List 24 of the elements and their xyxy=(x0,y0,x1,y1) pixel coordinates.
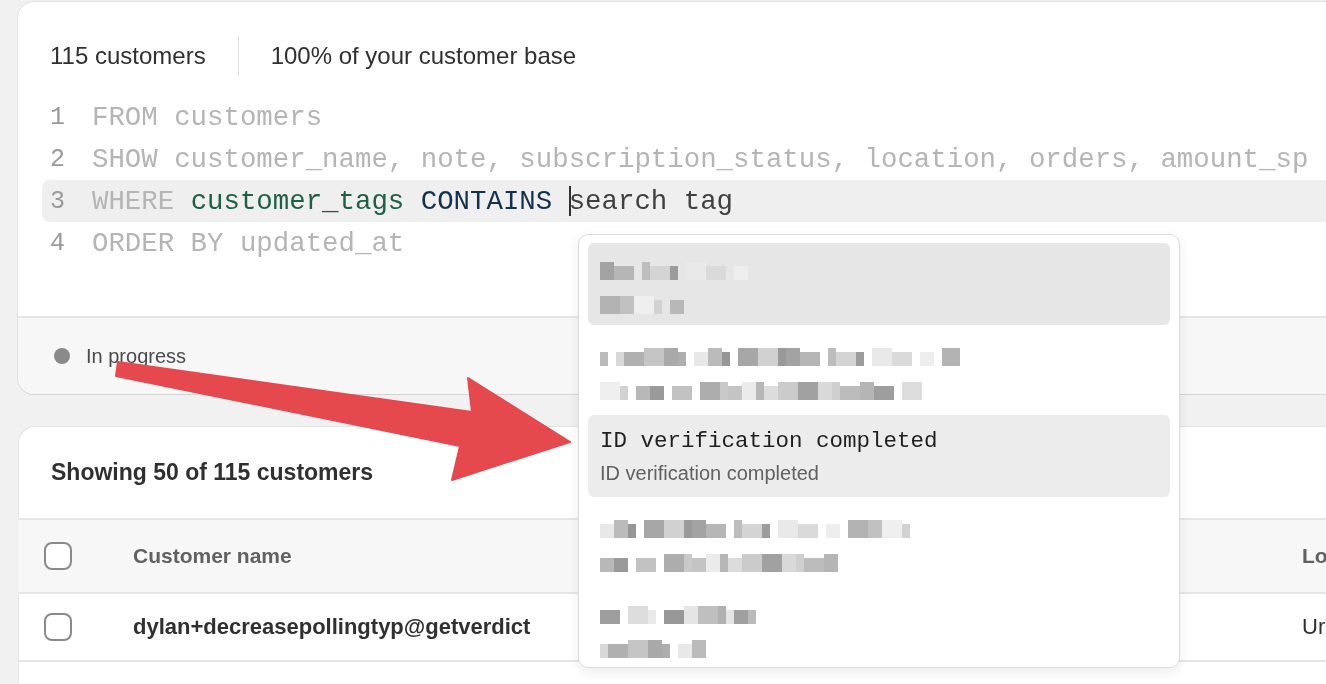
checkbox[interactable] xyxy=(44,542,72,570)
code-text: SHOW customer_name, note, subscription_status, location, orders, amount_sp xyxy=(92,143,1309,175)
column-header[interactable]: Customer name xyxy=(133,544,292,568)
dropdown-option[interactable]: ID verification completed ID verification completed xyxy=(588,415,1170,497)
code-text: FROM customers xyxy=(92,101,323,133)
table-cell: Ur xyxy=(1302,614,1326,640)
line-number: 4 xyxy=(50,228,66,258)
line-number: 1 xyxy=(50,102,66,132)
checkbox[interactable] xyxy=(44,613,72,641)
status-dot-icon xyxy=(54,348,70,364)
customer-count: 115 customers xyxy=(50,42,206,70)
code-text: WHERE customer_tags CONTAINS search tag xyxy=(92,185,734,217)
line-number: 3 xyxy=(50,186,66,216)
status-label: In progress xyxy=(86,344,187,368)
dropdown-option[interactable] xyxy=(588,243,1170,325)
column-header[interactable]: Lo xyxy=(1302,544,1326,568)
option-subtitle: ID verification completed xyxy=(600,461,820,485)
results-heading: Showing 50 of 115 customers xyxy=(51,458,374,486)
table-cell: dylan+decreasepollingtyp@getverdict xyxy=(133,614,531,640)
code-text: ORDER BY updated_at xyxy=(92,227,405,259)
text-cursor xyxy=(568,186,571,217)
line-number: 2 xyxy=(50,144,66,174)
customer-share: 100% of your customer base xyxy=(270,42,577,70)
option-title: ID verification completed xyxy=(600,427,939,454)
